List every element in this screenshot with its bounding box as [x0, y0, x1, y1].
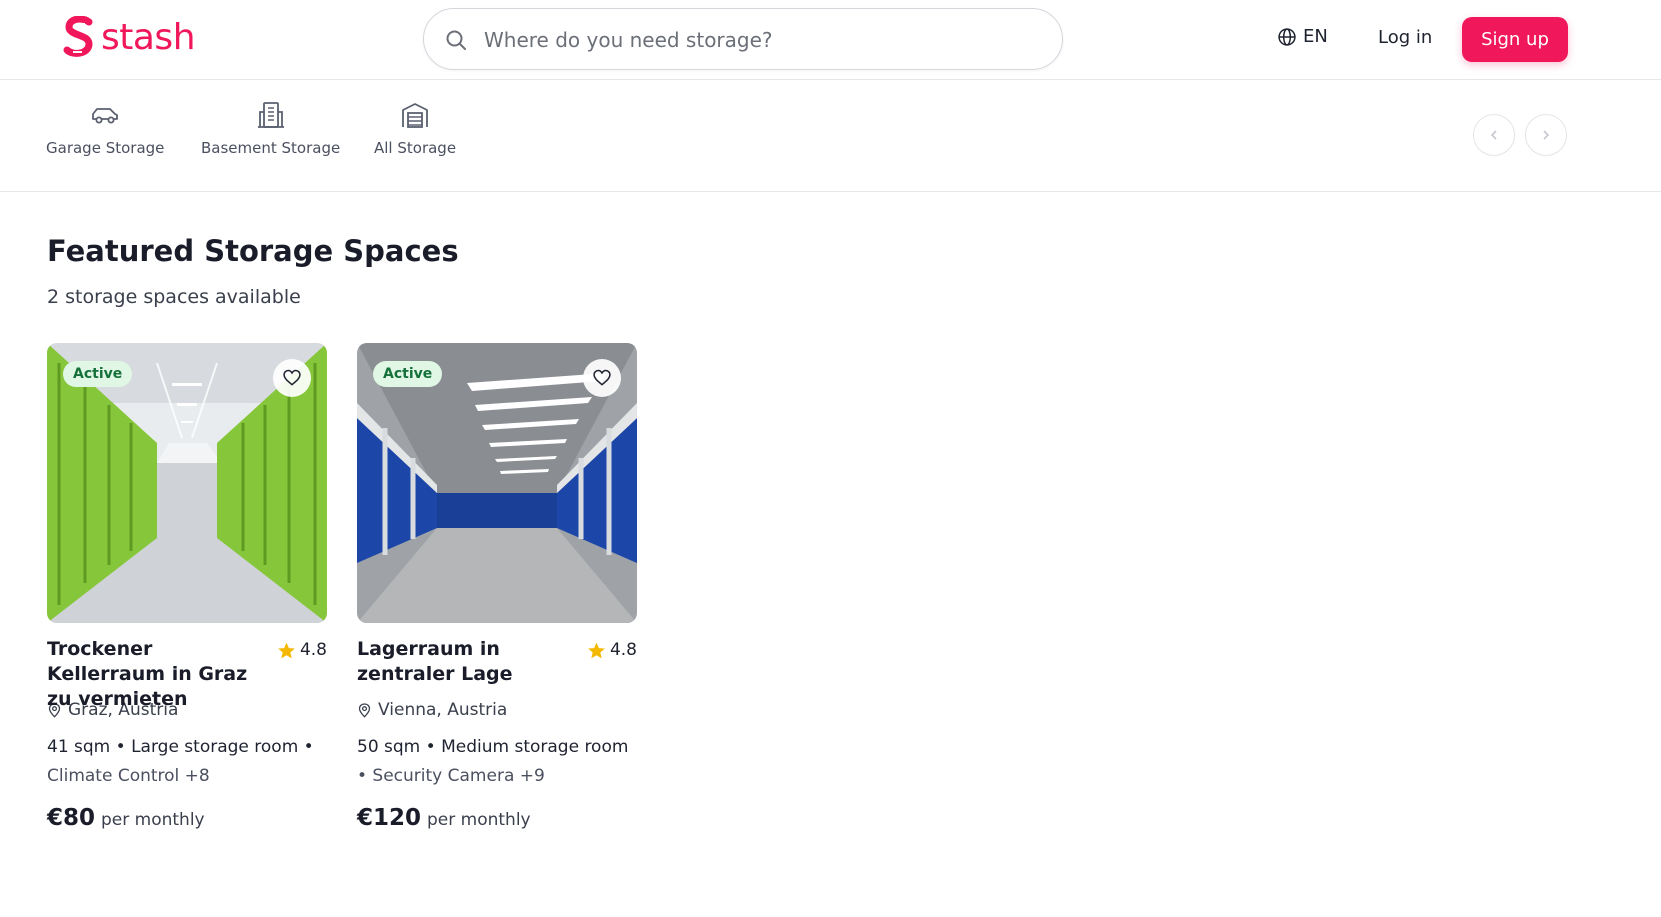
- rating-value: 4.8: [299, 640, 327, 660]
- heart-icon: [593, 369, 611, 386]
- features-extra: Climate Control +8: [47, 766, 210, 786]
- features-extra: • Security Camera +9: [357, 766, 545, 786]
- warehouse-icon: [399, 99, 431, 131]
- listing-card[interactable]: Active Trockener Kellerraum in Graz zu v…: [47, 343, 327, 831]
- rating-value: 4.8: [609, 640, 637, 660]
- stash-logo-icon: [63, 16, 93, 57]
- rating: 4.8: [587, 640, 637, 660]
- listing-features: 50 sqm • Medium storage room • Security …: [357, 733, 637, 791]
- category-garage-storage[interactable]: Garage Storage: [46, 99, 164, 157]
- listing-card[interactable]: Active Lagerraum in zentraler Lage 4.8 V…: [357, 343, 637, 831]
- rating: 4.8: [277, 640, 327, 660]
- heart-icon: [283, 369, 301, 386]
- price-unit: per monthly: [101, 810, 205, 830]
- stash-logo[interactable]: stash: [63, 16, 196, 60]
- scroll-right-button[interactable]: [1525, 114, 1567, 156]
- favorite-button[interactable]: [583, 359, 621, 397]
- login-link[interactable]: Log in: [1378, 27, 1432, 48]
- category-all-storage[interactable]: All Storage: [374, 99, 456, 157]
- building-icon: [255, 99, 287, 131]
- globe-icon: [1278, 27, 1296, 46]
- listing-image[interactable]: Active: [47, 343, 327, 623]
- location-text: Vienna, Austria: [378, 700, 508, 720]
- price-value: €80: [47, 805, 96, 831]
- search-input[interactable]: [484, 23, 1044, 57]
- chevron-right-icon: [1543, 130, 1550, 140]
- listing-location: Vienna, Austria: [357, 699, 637, 721]
- price-value: €120: [357, 805, 422, 831]
- location-pin-icon: [358, 702, 371, 718]
- favorite-button[interactable]: [273, 359, 311, 397]
- listing-image[interactable]: Active: [357, 343, 637, 623]
- search-icon: [446, 30, 466, 50]
- category-basement-storage[interactable]: Basement Storage: [201, 99, 340, 157]
- listing-price: €80 per monthly: [47, 805, 327, 831]
- status-badge: Active: [63, 361, 133, 387]
- language-label: EN: [1303, 26, 1328, 47]
- page-title: Featured Storage Spaces: [47, 234, 459, 268]
- scroll-left-button[interactable]: [1473, 114, 1515, 156]
- chevron-left-icon: [1490, 130, 1497, 140]
- language-selector[interactable]: EN: [1277, 26, 1328, 47]
- category-label: All Storage: [374, 139, 457, 157]
- car-icon: [89, 99, 121, 131]
- results-count: 2 storage spaces available: [47, 286, 301, 308]
- top-header: stash EN Log in Sign up: [0, 0, 1661, 80]
- features-main: 50 sqm • Medium storage room: [357, 737, 629, 757]
- listing-title[interactable]: Lagerraum in zentraler Lage: [357, 637, 577, 687]
- price-unit: per monthly: [427, 810, 531, 830]
- listing-title[interactable]: Trockener Kellerraum in Graz zu vermiete…: [47, 637, 267, 712]
- star-icon: [588, 642, 605, 658]
- listing-price: €120 per monthly: [357, 805, 637, 831]
- status-badge: Active: [373, 361, 443, 387]
- features-main: 41 sqm • Large storage room •: [47, 737, 314, 757]
- search-bar[interactable]: [423, 8, 1063, 70]
- category-label: Basement Storage: [201, 139, 341, 157]
- signup-button[interactable]: Sign up: [1462, 17, 1568, 62]
- listing-features: 41 sqm • Large storage room • Climate Co…: [47, 733, 327, 791]
- category-label: Garage Storage: [46, 139, 165, 157]
- brand-name: stash: [101, 17, 196, 58]
- star-icon: [278, 642, 295, 658]
- category-bar: Garage Storage Basement Storage All Stor…: [0, 81, 1661, 192]
